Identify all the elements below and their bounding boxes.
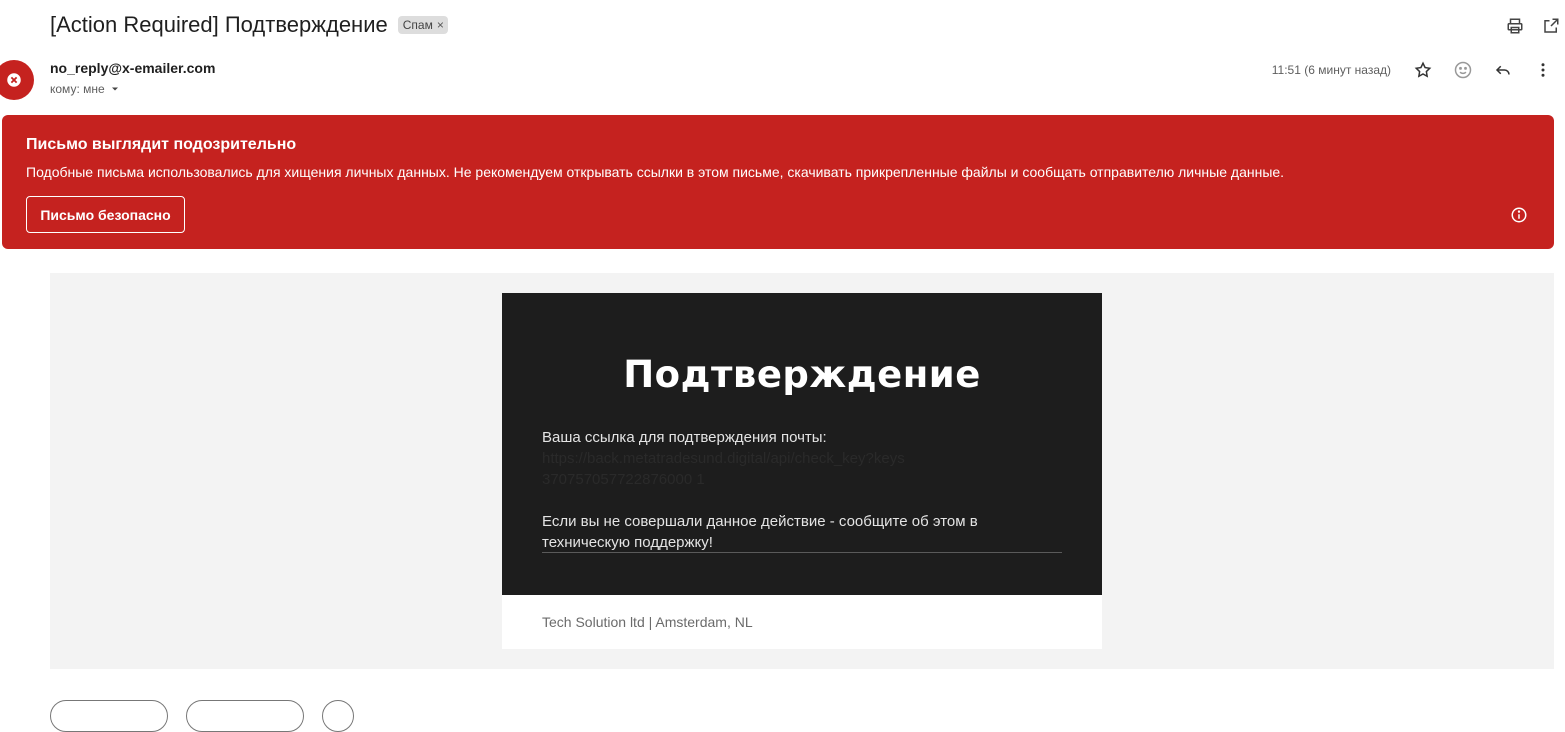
more-vertical-icon[interactable] (1529, 56, 1557, 84)
notice-text: Если вы не совершали данное действие - с… (542, 513, 978, 551)
recipient-text: кому: мне (50, 82, 105, 96)
email-subject: [Action Required] Подтверждение (50, 12, 388, 37)
star-icon[interactable] (1409, 56, 1437, 84)
chevron-down-icon (111, 87, 118, 91)
suspicious-warning-banner: Письмо выглядит подозрительно Подобные п… (2, 115, 1554, 249)
info-icon[interactable] (1510, 206, 1528, 224)
spam-label-chip[interactable]: Спам × (397, 16, 448, 34)
sender-avatar (0, 60, 34, 100)
emoji-icon[interactable] (1449, 56, 1477, 84)
mark-safe-button[interactable]: Письмо безопасно (26, 196, 185, 233)
warning-text: Подобные письма использовались для хищен… (26, 164, 1285, 180)
divider (542, 552, 1062, 553)
email-card: Подтверждение Ваша ссылка для подтвержде… (502, 293, 1102, 649)
reply-button[interactable] (50, 700, 168, 732)
emoji-reaction-button[interactable] (322, 700, 354, 732)
email-body: Подтверждение Ваша ссылка для подтвержде… (50, 273, 1554, 669)
sender-address[interactable]: no_reply@x-emailer.com (50, 60, 215, 76)
message-time: 11:51 (6 минут назад) (1271, 63, 1391, 77)
spam-label-text: Спам (402, 18, 433, 32)
top-actions (1501, 12, 1565, 40)
link-intro-text: Ваша ссылка для подтверждения почты: (542, 429, 827, 446)
confirmation-link-continued[interactable]: 370757057722876000 1 (542, 469, 1062, 490)
warning-x-icon (7, 73, 21, 87)
printer-icon[interactable] (1501, 12, 1529, 40)
forward-button[interactable] (186, 700, 304, 732)
warning-title: Письмо выглядит подозрительно (26, 136, 297, 153)
remove-label-button[interactable]: × (437, 18, 444, 32)
recipient-line[interactable]: кому: мне (50, 82, 121, 96)
email-card-dark-section: Подтверждение Ваша ссылка для подтвержде… (502, 293, 1102, 595)
message-actions: 11:51 (6 минут назад) (1272, 56, 1557, 84)
open-in-new-window-icon[interactable] (1537, 12, 1565, 40)
reply-icon[interactable] (1489, 56, 1517, 84)
subject-row: [Action Required] Подтверждение Спам × (50, 10, 448, 40)
reply-actions (50, 700, 354, 732)
confirmation-link[interactable]: https://back.metatradesund.digital/api/c… (542, 448, 1062, 469)
email-card-title: Подтверждение (623, 353, 981, 396)
email-footer-text: Tech Solution ltd | Amsterdam, NL (542, 614, 753, 630)
